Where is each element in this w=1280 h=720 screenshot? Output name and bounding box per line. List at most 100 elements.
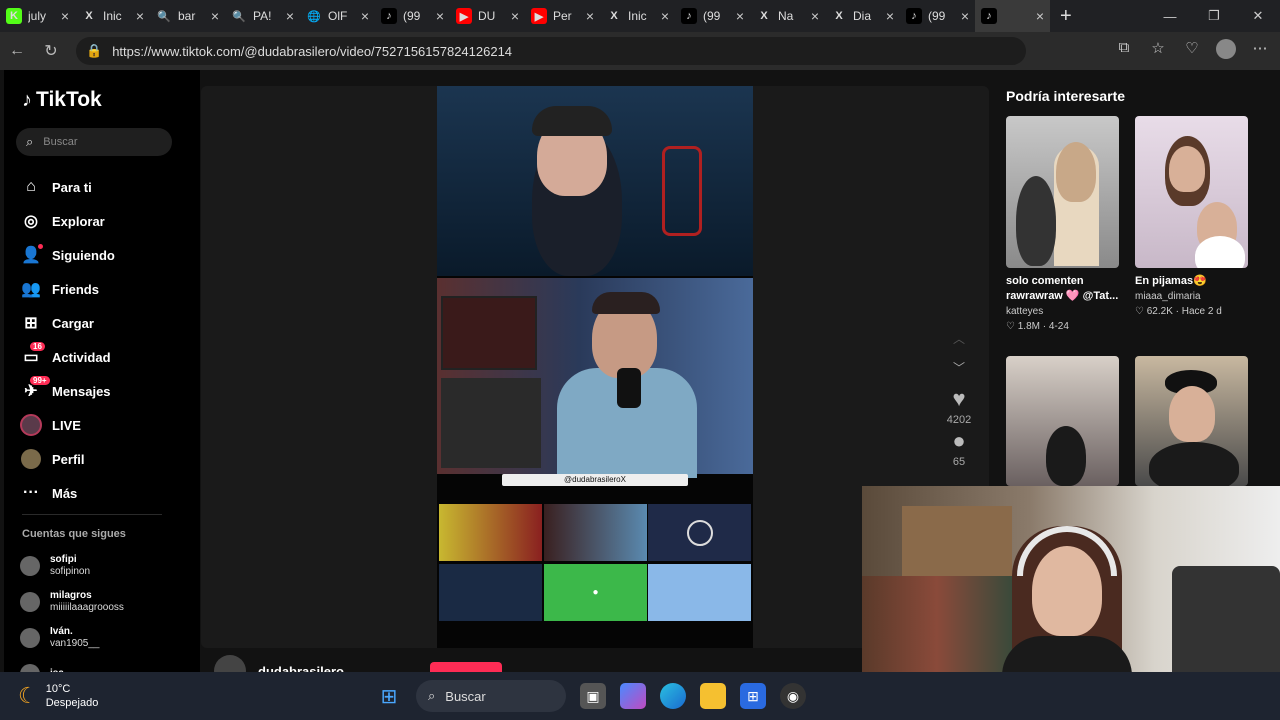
menu-item-siguiendo[interactable]: 👤 Siguiendo — [20, 238, 115, 272]
obs-taskbar-icon[interactable]: ◉ — [780, 683, 806, 709]
chevron-up-icon[interactable]: ︿ — [942, 330, 976, 347]
menu-item-actividad[interactable]: ▭ 16 Actividad — [20, 340, 115, 374]
new-tab-button[interactable]: + — [1060, 5, 1072, 28]
url-field[interactable]: 🔒 https://www.tiktok.com/@dudabrasilero/… — [76, 37, 1026, 65]
more-icon[interactable]: ⋯ — [1250, 39, 1270, 59]
menu-item-explorar[interactable]: ◎ Explorar — [20, 204, 115, 238]
tiktok-logo[interactable]: ♪ TikTok — [22, 88, 102, 112]
restore-icon[interactable]: ❐ — [1192, 8, 1236, 24]
browser-tab[interactable]: X Dia × — [825, 0, 900, 32]
menu-item-friends[interactable]: 👥 Friends — [20, 272, 115, 306]
menu-item-mensajes[interactable]: ✈ 99+ Mensajes — [20, 374, 115, 408]
discord-icon: ● — [544, 564, 647, 621]
like-icon[interactable]: ♥ — [942, 386, 976, 412]
close-tab-icon[interactable]: × — [436, 8, 444, 24]
menu-item-perfil[interactable]: Perfil — [20, 442, 115, 476]
close-tab-icon[interactable]: × — [1036, 8, 1044, 24]
tab-favicon: ♪ — [381, 8, 397, 24]
compass-icon: ◎ — [24, 213, 38, 230]
suggestion-card[interactable] — [1135, 356, 1248, 486]
close-tab-icon[interactable]: × — [961, 8, 969, 24]
weather-widget[interactable]: ☾ 10°C Despejado — [18, 682, 98, 710]
followed-account[interactable]: Iván. van1905__ — [20, 620, 124, 656]
notification-badge: 99+ — [30, 376, 50, 385]
task-view-icon[interactable]: ▣ — [580, 683, 606, 709]
search-input[interactable]: ⌕ Buscar — [16, 128, 172, 156]
comment-icon[interactable]: ● — [942, 428, 976, 454]
close-tab-icon[interactable]: × — [886, 8, 894, 24]
followed-account[interactable]: milagros miiiiilaaagroooss — [20, 584, 124, 620]
edge-icon[interactable] — [660, 683, 686, 709]
tab-favicon: ♪ — [981, 8, 997, 24]
menu-label: Mensajes — [52, 383, 111, 399]
follow-button[interactable] — [430, 662, 502, 672]
video-frame[interactable]: @dudabrasileroX ● — [437, 86, 753, 648]
live-icon — [20, 414, 42, 436]
close-tab-icon[interactable]: × — [136, 8, 144, 24]
video-thumbnail[interactable] — [1135, 356, 1248, 486]
browser-tab[interactable]: ♪ × — [975, 0, 1050, 32]
suggestion-card[interactable]: En pijamas😍 miaaa_dimaria ♡ 62.2K · Hace… — [1135, 116, 1248, 320]
browser-tab[interactable]: ♪ (99 × — [375, 0, 450, 32]
extensions-icon[interactable]: ⧉ — [1114, 39, 1134, 59]
close-tab-icon[interactable]: × — [811, 8, 819, 24]
card-user: katteyes — [1006, 306, 1044, 317]
chevron-down-icon[interactable]: ﹀ — [942, 359, 976, 376]
browser-tab[interactable]: ▶ Per × — [525, 0, 600, 32]
suggestion-card[interactable]: solo comenten rawrawraw 🩷 @Tat... kattey… — [1006, 116, 1119, 335]
tab-label: OlF — [328, 9, 348, 23]
menu-label: Para ti — [52, 179, 92, 195]
menu-item-para-ti[interactable]: ⌂ Para ti — [20, 170, 115, 204]
file-explorer-icon[interactable] — [700, 683, 726, 709]
tiktok-note-icon: ♪ — [22, 88, 32, 111]
close-tab-icon[interactable]: × — [211, 8, 219, 24]
browser-tab[interactable]: Kjuly × — [0, 0, 75, 32]
browser-tab[interactable]: X Inic × — [600, 0, 675, 32]
taskbar-search[interactable]: ⌕ Buscar — [416, 680, 566, 712]
suggestions-title: Podría interesarte — [1006, 88, 1126, 104]
home-icon: ⌂ — [26, 178, 36, 195]
close-tab-icon[interactable]: × — [586, 8, 594, 24]
browser-tab[interactable]: 🌐 OlF × — [300, 0, 375, 32]
close-tab-icon[interactable]: × — [736, 8, 744, 24]
video-thumbnail[interactable] — [1006, 116, 1119, 268]
copilot-icon[interactable] — [620, 683, 646, 709]
back-icon[interactable]: ← — [0, 42, 34, 60]
video-thumbnail[interactable] — [1135, 116, 1248, 268]
collections-icon[interactable]: ♡ — [1182, 39, 1202, 59]
account-name: sofipi — [50, 554, 77, 565]
minimize-icon[interactable]: — — [1148, 9, 1192, 24]
notification-badge: 16 — [30, 342, 45, 351]
browser-tab[interactable]: X Inic × — [75, 0, 150, 32]
store-icon[interactable]: ⊞ — [740, 683, 766, 709]
browser-tab[interactable]: ♪ (99 × — [675, 0, 750, 32]
account-avatar — [20, 592, 40, 612]
profile-avatar[interactable] — [1216, 39, 1236, 59]
close-tab-icon[interactable]: × — [286, 8, 294, 24]
menu-item-cargar[interactable]: ⊞ Cargar — [20, 306, 115, 340]
close-tab-icon[interactable]: × — [61, 8, 69, 24]
browser-tab[interactable]: X Na × — [750, 0, 825, 32]
followed-account[interactable]: sofipi sofipinon — [20, 548, 124, 584]
browser-tab[interactable]: 🔍 PA! × — [225, 0, 300, 32]
reload-icon[interactable]: ↻ — [34, 41, 68, 61]
windows-start-icon[interactable]: ⊞ — [376, 683, 402, 709]
overlay-handle: @dudabrasileroX — [502, 474, 688, 486]
menu-item-más[interactable]: ··· Más — [20, 476, 115, 510]
taskbar-apps: ⊞ ⌕ Buscar ▣ ⊞ ◉ — [376, 680, 806, 712]
tab-favicon: 🔍 — [231, 8, 247, 24]
tab-label: Na — [778, 9, 794, 23]
close-window-icon[interactable]: ✕ — [1236, 8, 1280, 24]
close-tab-icon[interactable]: × — [511, 8, 519, 24]
browser-tab[interactable]: ▶ DU × — [450, 0, 525, 32]
favorites-icon[interactable]: ☆ — [1148, 39, 1168, 59]
browser-tab[interactable]: ♪ (99 × — [900, 0, 975, 32]
card-stats: ♡ 62.2K · Hace 2 d — [1135, 306, 1222, 317]
like-count: 4202 — [946, 414, 972, 426]
close-tab-icon[interactable]: × — [661, 8, 669, 24]
menu-item-live[interactable]: LIVE — [20, 408, 115, 442]
video-thumbnail[interactable] — [1006, 356, 1119, 486]
close-tab-icon[interactable]: × — [361, 8, 369, 24]
browser-tab[interactable]: 🔍 bar × — [150, 0, 225, 32]
suggestion-card[interactable] — [1006, 356, 1119, 486]
